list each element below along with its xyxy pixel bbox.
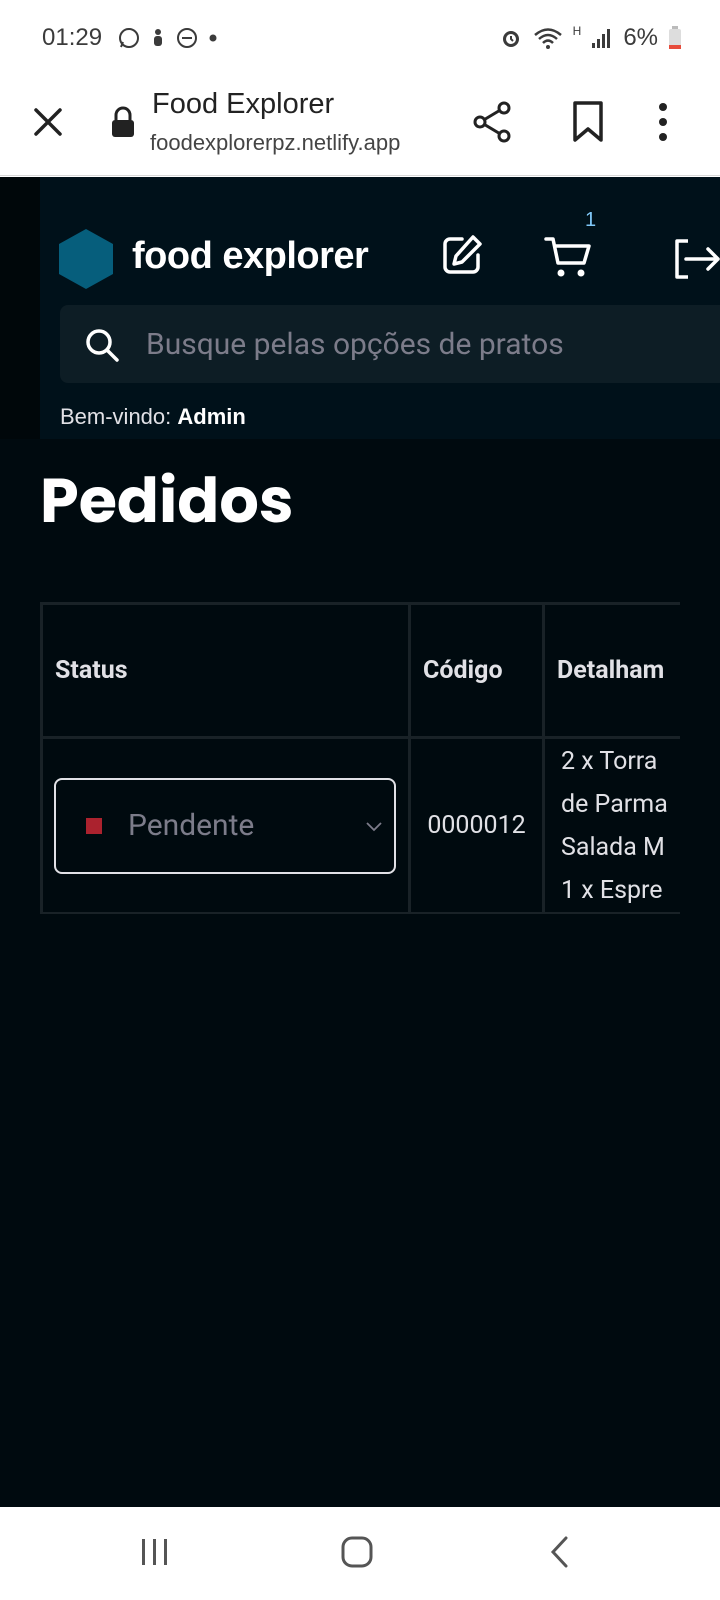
status-dropdown[interactable]: Pendente bbox=[54, 777, 396, 874]
battery-icon bbox=[669, 26, 681, 49]
dot-icon bbox=[209, 34, 217, 42]
system-navigation-bar bbox=[0, 1507, 720, 1600]
share-icon[interactable] bbox=[470, 100, 514, 144]
lock-icon bbox=[112, 106, 134, 137]
status-value: Pendente bbox=[128, 807, 255, 843]
home-icon[interactable] bbox=[340, 1535, 374, 1569]
back-icon[interactable] bbox=[548, 1535, 570, 1569]
site-header: food explorer 1 Bem-vindo: Admin bbox=[40, 177, 720, 439]
battery-percent: 6% bbox=[623, 24, 658, 51]
logout-icon[interactable] bbox=[672, 237, 720, 281]
recent-apps-icon[interactable] bbox=[140, 1537, 170, 1567]
order-code-cell: 0000012 bbox=[408, 736, 545, 914]
welcome-username: Admin bbox=[177, 404, 246, 429]
page-tab-title: Food Explorer bbox=[152, 88, 335, 120]
search-icon bbox=[86, 329, 119, 362]
status-time: 01:29 bbox=[42, 24, 103, 51]
detail-line: 1 x Espre bbox=[561, 875, 663, 905]
status-bar: 01:29 H 6% bbox=[0, 0, 720, 78]
notification-icons bbox=[118, 27, 220, 49]
column-header-details: Detalham bbox=[542, 602, 680, 739]
network-type: H bbox=[572, 24, 582, 38]
orders-table-container[interactable]: Status Código Detalham Pendente 0000012 bbox=[40, 602, 680, 914]
brand-name[interactable]: food explorer bbox=[132, 235, 369, 278]
url-text[interactable]: foodexplorerpz.netlify.app bbox=[150, 130, 400, 156]
bookmark-icon[interactable] bbox=[570, 100, 606, 144]
table-header-row: Status Código Detalham bbox=[40, 602, 680, 739]
detail-line: 2 x Torra bbox=[561, 746, 658, 776]
wifi-icon bbox=[533, 28, 562, 49]
detail-line: Salada M bbox=[561, 832, 665, 862]
chevron-down-icon bbox=[366, 821, 382, 831]
orders-table: Status Código Detalham Pendente 0000012 bbox=[40, 602, 680, 914]
web-page: food explorer 1 Bem-vindo: Admin Pedidos… bbox=[0, 177, 720, 1507]
detail-line: de Parma bbox=[561, 789, 668, 819]
column-header-code: Código bbox=[408, 602, 545, 739]
column-header-status: Status bbox=[40, 602, 411, 739]
whatsapp-icon bbox=[119, 28, 139, 48]
cart-count-badge: 1 bbox=[585, 209, 597, 231]
signal-icon bbox=[592, 29, 611, 48]
system-icons: H 6% bbox=[499, 24, 682, 52]
do-not-disturb-icon bbox=[177, 28, 197, 48]
welcome-label: Bem-vindo: bbox=[60, 404, 172, 429]
order-details-cell: 2 x Torra de Parma Salada M 1 x Espre bbox=[542, 736, 680, 914]
accessibility-icon bbox=[154, 29, 162, 46]
edit-icon[interactable] bbox=[440, 233, 484, 277]
close-icon[interactable] bbox=[28, 102, 68, 142]
search-bar[interactable] bbox=[60, 305, 720, 383]
pending-status-indicator bbox=[86, 817, 102, 834]
search-input[interactable] bbox=[146, 305, 720, 383]
more-options-icon[interactable] bbox=[655, 100, 671, 144]
status-cell: Pendente bbox=[40, 736, 411, 914]
page-title: Pedidos bbox=[40, 457, 294, 544]
browser-toolbar: Food Explorer foodexplorerpz.netlify.app bbox=[0, 78, 720, 176]
logo-hexagon-icon[interactable] bbox=[59, 229, 113, 289]
cart-icon[interactable] bbox=[544, 235, 592, 279]
alarm-icon bbox=[502, 31, 519, 47]
table-row: Pendente 0000012 2 x Torra de Parma Sala… bbox=[40, 736, 680, 914]
welcome-text: Bem-vindo: Admin bbox=[60, 404, 246, 430]
